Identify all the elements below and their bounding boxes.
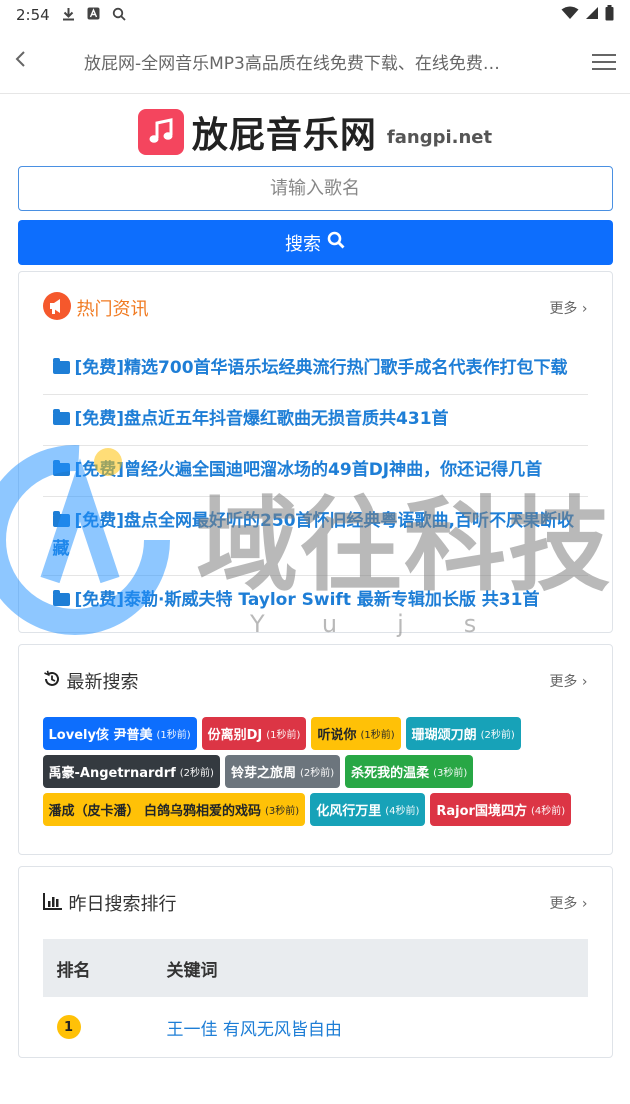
folder-icon: [52, 409, 70, 425]
rank-column-header: 排名: [56, 960, 91, 981]
brand-name: 放屁音乐网: [191, 115, 377, 156]
menu-line-icon: [592, 60, 616, 63]
search-tags: Lovely侅 尹普美 (1秒前) 份离别DJ (1秒前) 听说你 (1秒前) 珊瑚颂刀朗(…: [19, 717, 612, 854]
search-tag[interactable]: Lovely侅 尹普美 (1秒前): [42, 717, 197, 750]
bar-chart-icon: [42, 892, 63, 915]
search-status-icon: [112, 7, 126, 24]
search-tag-name: 禹豪-Angetrnardrf: [48, 766, 176, 781]
search-tag-name: 化风行万里: [316, 804, 382, 819]
font-icon: [87, 7, 100, 23]
search-tag-name: Lovely侅 尹普美: [48, 728, 153, 743]
search-button-label: 搜索: [285, 233, 321, 254]
song-search-input[interactable]: [17, 166, 613, 211]
keyword-column-header: 关键词: [166, 960, 218, 981]
search-tag-time: (1秒前): [360, 730, 395, 741]
search-tag-time: (2秒前): [480, 730, 515, 741]
menu-line-icon: [592, 53, 616, 56]
news-item[interactable]: [免费]曾经火遍全国迪吧溜冰场的49首DJ神曲，你还记得几首: [42, 446, 588, 497]
folder-icon: [52, 460, 70, 476]
news-item-text: [免费]曾经火遍全国迪吧溜冰场的49首DJ神曲，你还记得几首: [74, 460, 543, 480]
search-tag-time: (1秒前): [156, 730, 191, 741]
music-note-icon: [137, 109, 184, 155]
hot-news-more-link[interactable]: 更多 ›: [549, 298, 587, 318]
search-tag-time: (1秒前): [266, 730, 301, 741]
brand-header[interactable]: 放屁音乐网 fangpi.net: [0, 106, 630, 158]
rank-badge: 1: [56, 1015, 81, 1039]
battery-icon: [605, 5, 614, 25]
search-tag-time: (2秒前): [179, 768, 214, 779]
rank-keyword-link[interactable]: 王一佳 有风无风皆自由: [167, 1015, 342, 1040]
news-item-text: [免费]精选700首华语乐坛经典流行热门歌手成名代表作打包下载: [74, 358, 568, 378]
news-item-text: [免费]泰勒·斯威夫特 Taylor Swift 最新专辑加长版 共31首: [74, 590, 540, 610]
latest-search-title: 最新搜索: [66, 672, 139, 693]
hot-news-title: 热门资讯: [76, 299, 149, 320]
search-tag[interactable]: 潘成（皮卡潘） 白鸽乌鸦相爱的戏码 (3秒前): [42, 793, 306, 826]
folder-icon: [52, 511, 70, 527]
hot-news-card: 热门资讯 更多 › [免费]精选700首华语乐坛经典流行热门歌手成名代表作打包下…: [17, 271, 613, 633]
menu-line-icon: [592, 67, 616, 70]
search-tag[interactable]: 禹豪-Angetrnardrf (2秒前): [42, 755, 220, 788]
status-bar: 2:54: [0, 0, 630, 30]
search-tag-name: 份离别DJ: [207, 728, 263, 743]
search-tag-name: 杀死我的温柔: [351, 766, 430, 781]
search-tag[interactable]: 份离别DJ (1秒前): [201, 717, 307, 750]
ranking-more-link[interactable]: 更多 ›: [549, 893, 587, 913]
folder-icon: [52, 358, 70, 374]
search-tag[interactable]: 铃芽之旅周 (2秒前): [224, 755, 341, 788]
back-button[interactable]: [14, 49, 50, 74]
news-item[interactable]: [免费]盘点近五年抖音爆红歌曲无损音质共431首: [42, 395, 588, 446]
ranking-title: 昨日搜索排行: [68, 894, 177, 915]
search-tag-name: Rajor国境四方: [436, 804, 527, 819]
table-row: 1 王一佳 有风无风皆自由: [43, 997, 588, 1057]
news-item[interactable]: [免费]精选700首华语乐坛经典流行热门歌手成名代表作打包下载: [42, 344, 588, 395]
signal-icon: [585, 6, 599, 24]
news-item-text: [免费]盘点全网最好听的250首怀旧经典粤语歌曲,百听不厌果断收藏: [52, 511, 574, 559]
browser-bar: 放屁网-全网音乐MP3高品质在线免费下载、在线免费…: [0, 30, 630, 94]
search-tag-time: (4秒前): [385, 806, 420, 817]
search-icon: [327, 231, 345, 254]
search-tag-time: (4秒前): [530, 806, 566, 817]
menu-button[interactable]: [582, 53, 616, 70]
news-list: [免费]精选700首华语乐坛经典流行热门歌手成名代表作打包下载 [免费]盘点近五年…: [19, 344, 612, 632]
search-tag-name: 珊瑚颂刀朗: [411, 728, 477, 743]
search-tag-time: (3秒前): [433, 768, 468, 779]
brand-domain: fangpi.net: [386, 126, 493, 148]
search-tag[interactable]: 珊瑚颂刀朗 (2秒前): [405, 717, 521, 750]
search-tag-time: (3秒前): [265, 806, 300, 817]
ranking-card: 昨日搜索排行 更多 › 排名 关键词 1 王一佳 有风无风皆自由: [17, 866, 613, 1058]
latest-search-card: 最新搜索 更多 › Lovely侅 尹普美 (1秒前) 份离别DJ (1秒前) 听说你(…: [17, 644, 613, 855]
megaphone-icon: [42, 291, 71, 325]
folder-icon: [52, 590, 70, 606]
search-tag-time: (2秒前): [299, 768, 335, 779]
search-tag[interactable]: 听说你 (1秒前): [311, 717, 401, 750]
search-button[interactable]: 搜索: [17, 220, 613, 265]
status-time: 2:54: [16, 6, 50, 24]
search-tag[interactable]: 杀死我的温柔 (3秒前): [345, 755, 474, 788]
search-tag-name: 潘成（皮卡潘） 白鸽乌鸦相爱的戏码: [48, 804, 262, 819]
search-tag[interactable]: Rajor国境四方 (4秒前): [430, 793, 572, 826]
news-item[interactable]: [免费]盘点全网最好听的250首怀旧经典粤语歌曲,百听不厌果断收藏: [42, 497, 588, 576]
history-icon: [43, 670, 61, 693]
search-tag-name: 铃芽之旅周: [230, 766, 296, 781]
news-item[interactable]: [免费]泰勒·斯威夫特 Taylor Swift 最新专辑加长版 共31首: [43, 576, 588, 626]
page-title: 放屁网-全网音乐MP3高品质在线免费下载、在线免费…: [84, 54, 500, 74]
news-item-text: [免费]盘点近五年抖音爆红歌曲无损音质共431首: [74, 409, 449, 429]
latest-search-more-link[interactable]: 更多 ›: [549, 671, 587, 691]
search-tag[interactable]: 化风行万里 (4秒前): [310, 793, 426, 826]
download-icon: [62, 7, 75, 24]
ranking-table: 排名 关键词 1 王一佳 有风无风皆自由: [42, 939, 588, 1057]
ranking-table-header: 排名 关键词: [42, 939, 588, 997]
wifi-icon: [561, 6, 579, 24]
search-tag-name: 听说你: [317, 728, 357, 743]
